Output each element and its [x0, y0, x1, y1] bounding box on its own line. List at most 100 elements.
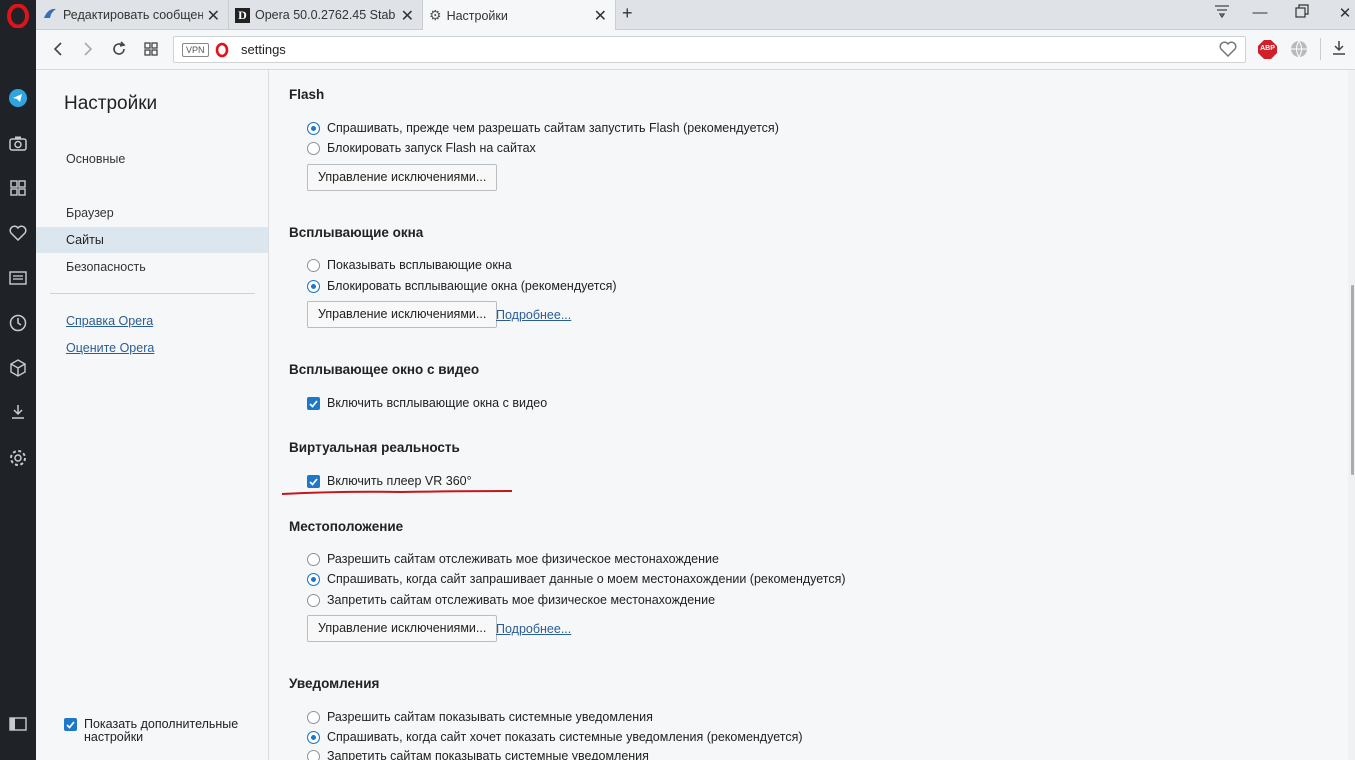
- radio-icon[interactable]: [307, 749, 320, 760]
- tab-settings[interactable]: ⚙ Настройки ✕: [423, 0, 616, 31]
- rate-opera-link[interactable]: Оцените Opera: [66, 341, 154, 355]
- tab-opera-stable[interactable]: D Opera 50.0.2762.45 Stable ✕: [229, 0, 423, 30]
- notifications-option-ask[interactable]: Спрашивать, когда сайт хочет показать си…: [307, 730, 803, 744]
- bird-icon: [42, 6, 58, 25]
- restore-button[interactable]: [1292, 4, 1312, 22]
- section-title-flash: Flash: [289, 87, 325, 102]
- location-more-link[interactable]: Подробнее...: [496, 622, 571, 636]
- option-label: Включить всплывающие окна с видео: [327, 396, 548, 410]
- d-logo-icon: D: [235, 7, 250, 23]
- scrollbar-thumb[interactable]: [1351, 285, 1354, 475]
- url-field[interactable]: VPN settings: [173, 36, 1246, 63]
- new-tab-button[interactable]: +: [622, 3, 633, 24]
- checkbox-checked-icon[interactable]: [64, 718, 77, 731]
- section-title-notifications: Уведомления: [289, 676, 380, 691]
- popups-option-block[interactable]: Блокировать всплывающие окна (рекомендуе…: [307, 279, 617, 293]
- extensions-cube-icon[interactable]: [6, 356, 30, 380]
- close-window-button[interactable]: ✕: [1335, 4, 1355, 22]
- notifications-option-deny[interactable]: Запретить сайтам показывать системные ув…: [307, 749, 649, 760]
- page-title: Настройки: [64, 93, 158, 114]
- download-icon[interactable]: [1331, 40, 1347, 59]
- show-advanced-checkbox[interactable]: Показать дополнительные настройки: [64, 718, 244, 744]
- news-icon[interactable]: [6, 266, 30, 290]
- option-label: Спрашивать, когда сайт запрашивает данны…: [327, 572, 846, 586]
- forward-button[interactable]: [78, 39, 98, 59]
- radio-selected-icon[interactable]: [307, 730, 320, 744]
- adblock-plus-icon[interactable]: ABP: [1258, 40, 1277, 59]
- notifications-option-allow[interactable]: Разрешить сайтам показывать системные ув…: [307, 710, 653, 724]
- tab-title: Настройки: [446, 8, 508, 23]
- popups-more-link[interactable]: Подробнее...: [496, 308, 571, 322]
- help-link[interactable]: Справка Opera: [66, 314, 153, 328]
- minimize-button[interactable]: —: [1250, 4, 1270, 21]
- radio-icon[interactable]: [307, 141, 320, 155]
- camera-icon[interactable]: [6, 131, 30, 155]
- url-text[interactable]: settings: [241, 42, 286, 57]
- location-option-deny[interactable]: Запретить сайтам отслеживать мое физичес…: [307, 593, 715, 607]
- heart-bookmark-icon[interactable]: [1219, 41, 1237, 60]
- option-label: Спрашивать, прежде чем разрешать сайтам …: [327, 121, 779, 135]
- sidebar-item-sites[interactable]: Сайты: [36, 227, 268, 253]
- popups-option-show[interactable]: Показывать всплывающие окна: [307, 258, 512, 272]
- option-label: Разрешить сайтам показывать системные ув…: [327, 710, 653, 724]
- option-label: Разрешить сайтам отслеживать мое физичес…: [327, 552, 719, 566]
- close-icon[interactable]: ✕: [207, 6, 220, 26]
- tab-title: Opera 50.0.2762.45 Stable: [255, 8, 395, 22]
- tab-edit-message[interactable]: Редактировать сообщени ✕: [36, 0, 229, 30]
- radio-icon[interactable]: [307, 258, 320, 272]
- location-option-allow[interactable]: Разрешить сайтам отслеживать мое физичес…: [307, 552, 719, 566]
- adblock-label: ABP: [1260, 45, 1275, 52]
- tab-title: Редактировать сообщени: [63, 8, 203, 22]
- close-icon[interactable]: ✕: [401, 6, 414, 26]
- sidebar-divider: [50, 293, 255, 294]
- option-label: Блокировать всплывающие окна (рекомендуе…: [327, 279, 617, 293]
- reload-button[interactable]: [109, 39, 129, 59]
- location-option-ask[interactable]: Спрашивать, когда сайт запрашивает данны…: [307, 572, 846, 586]
- vpn-badge[interactable]: VPN: [182, 43, 209, 57]
- option-label: Запретить сайтам показывать системные ув…: [327, 749, 649, 760]
- radio-selected-icon[interactable]: [307, 121, 320, 135]
- tabs-grid-button[interactable]: [141, 39, 161, 59]
- address-bar: VPN settings ABP: [36, 30, 1355, 70]
- flash-option-block[interactable]: Блокировать запуск Flash на сайтах: [307, 141, 536, 155]
- sidebar-toggle-icon[interactable]: [6, 712, 30, 736]
- heart-icon[interactable]: [6, 221, 30, 245]
- location-exceptions-button[interactable]: Управление исключениями...: [307, 615, 498, 642]
- annotation-underline: [281, 490, 513, 495]
- radio-icon[interactable]: [307, 593, 320, 607]
- checkbox-checked-icon[interactable]: [307, 474, 320, 488]
- settings-gear-icon[interactable]: [6, 446, 30, 470]
- sidebar-item-browser[interactable]: Браузер: [36, 200, 268, 226]
- toolbar-divider: [1320, 38, 1321, 60]
- telegram-icon[interactable]: [6, 86, 30, 110]
- option-label: Запретить сайтам отслеживать мое физичес…: [327, 593, 716, 607]
- option-label: Показывать всплывающие окна: [327, 258, 512, 272]
- sidebar-item-security[interactable]: Безопасность: [36, 254, 268, 280]
- sidebar-item-basic[interactable]: Основные: [36, 146, 268, 172]
- radio-selected-icon[interactable]: [307, 279, 320, 293]
- vr-player-checkbox[interactable]: Включить плеер VR 360°: [307, 474, 472, 488]
- radio-selected-icon[interactable]: [307, 572, 320, 586]
- option-label: Блокировать запуск Flash на сайтах: [327, 141, 536, 155]
- show-advanced-label: Показать дополнительные настройки: [84, 717, 239, 744]
- history-clock-icon[interactable]: [6, 311, 30, 335]
- settings-sidebar: Настройки Основные Браузер Сайты Безопас…: [36, 70, 269, 760]
- opera-logo-icon[interactable]: [6, 3, 30, 29]
- opera-sidebar: [0, 0, 36, 760]
- radio-icon[interactable]: [307, 552, 320, 566]
- video-popup-checkbox[interactable]: Включить всплывающие окна с видео: [307, 396, 547, 410]
- tab-menu-icon[interactable]: [1212, 4, 1232, 22]
- flash-option-ask[interactable]: Спрашивать, прежде чем разрешать сайтам …: [307, 121, 779, 135]
- globe-extension-icon[interactable]: [1290, 40, 1308, 61]
- option-label: Включить плеер VR 360°: [327, 474, 472, 488]
- settings-content: Flash Спрашивать, прежде чем разрешать с…: [269, 70, 1348, 760]
- flash-exceptions-button[interactable]: Управление исключениями...: [307, 164, 498, 191]
- speed-dial-icon[interactable]: [6, 176, 30, 200]
- section-title-video-popup: Всплывающее окно с видео: [289, 362, 480, 377]
- back-button[interactable]: [48, 39, 68, 59]
- radio-icon[interactable]: [307, 710, 320, 724]
- close-icon[interactable]: ✕: [594, 6, 607, 26]
- popups-exceptions-button[interactable]: Управление исключениями...: [307, 301, 498, 328]
- downloads-icon[interactable]: [6, 400, 30, 424]
- checkbox-checked-icon[interactable]: [307, 396, 320, 410]
